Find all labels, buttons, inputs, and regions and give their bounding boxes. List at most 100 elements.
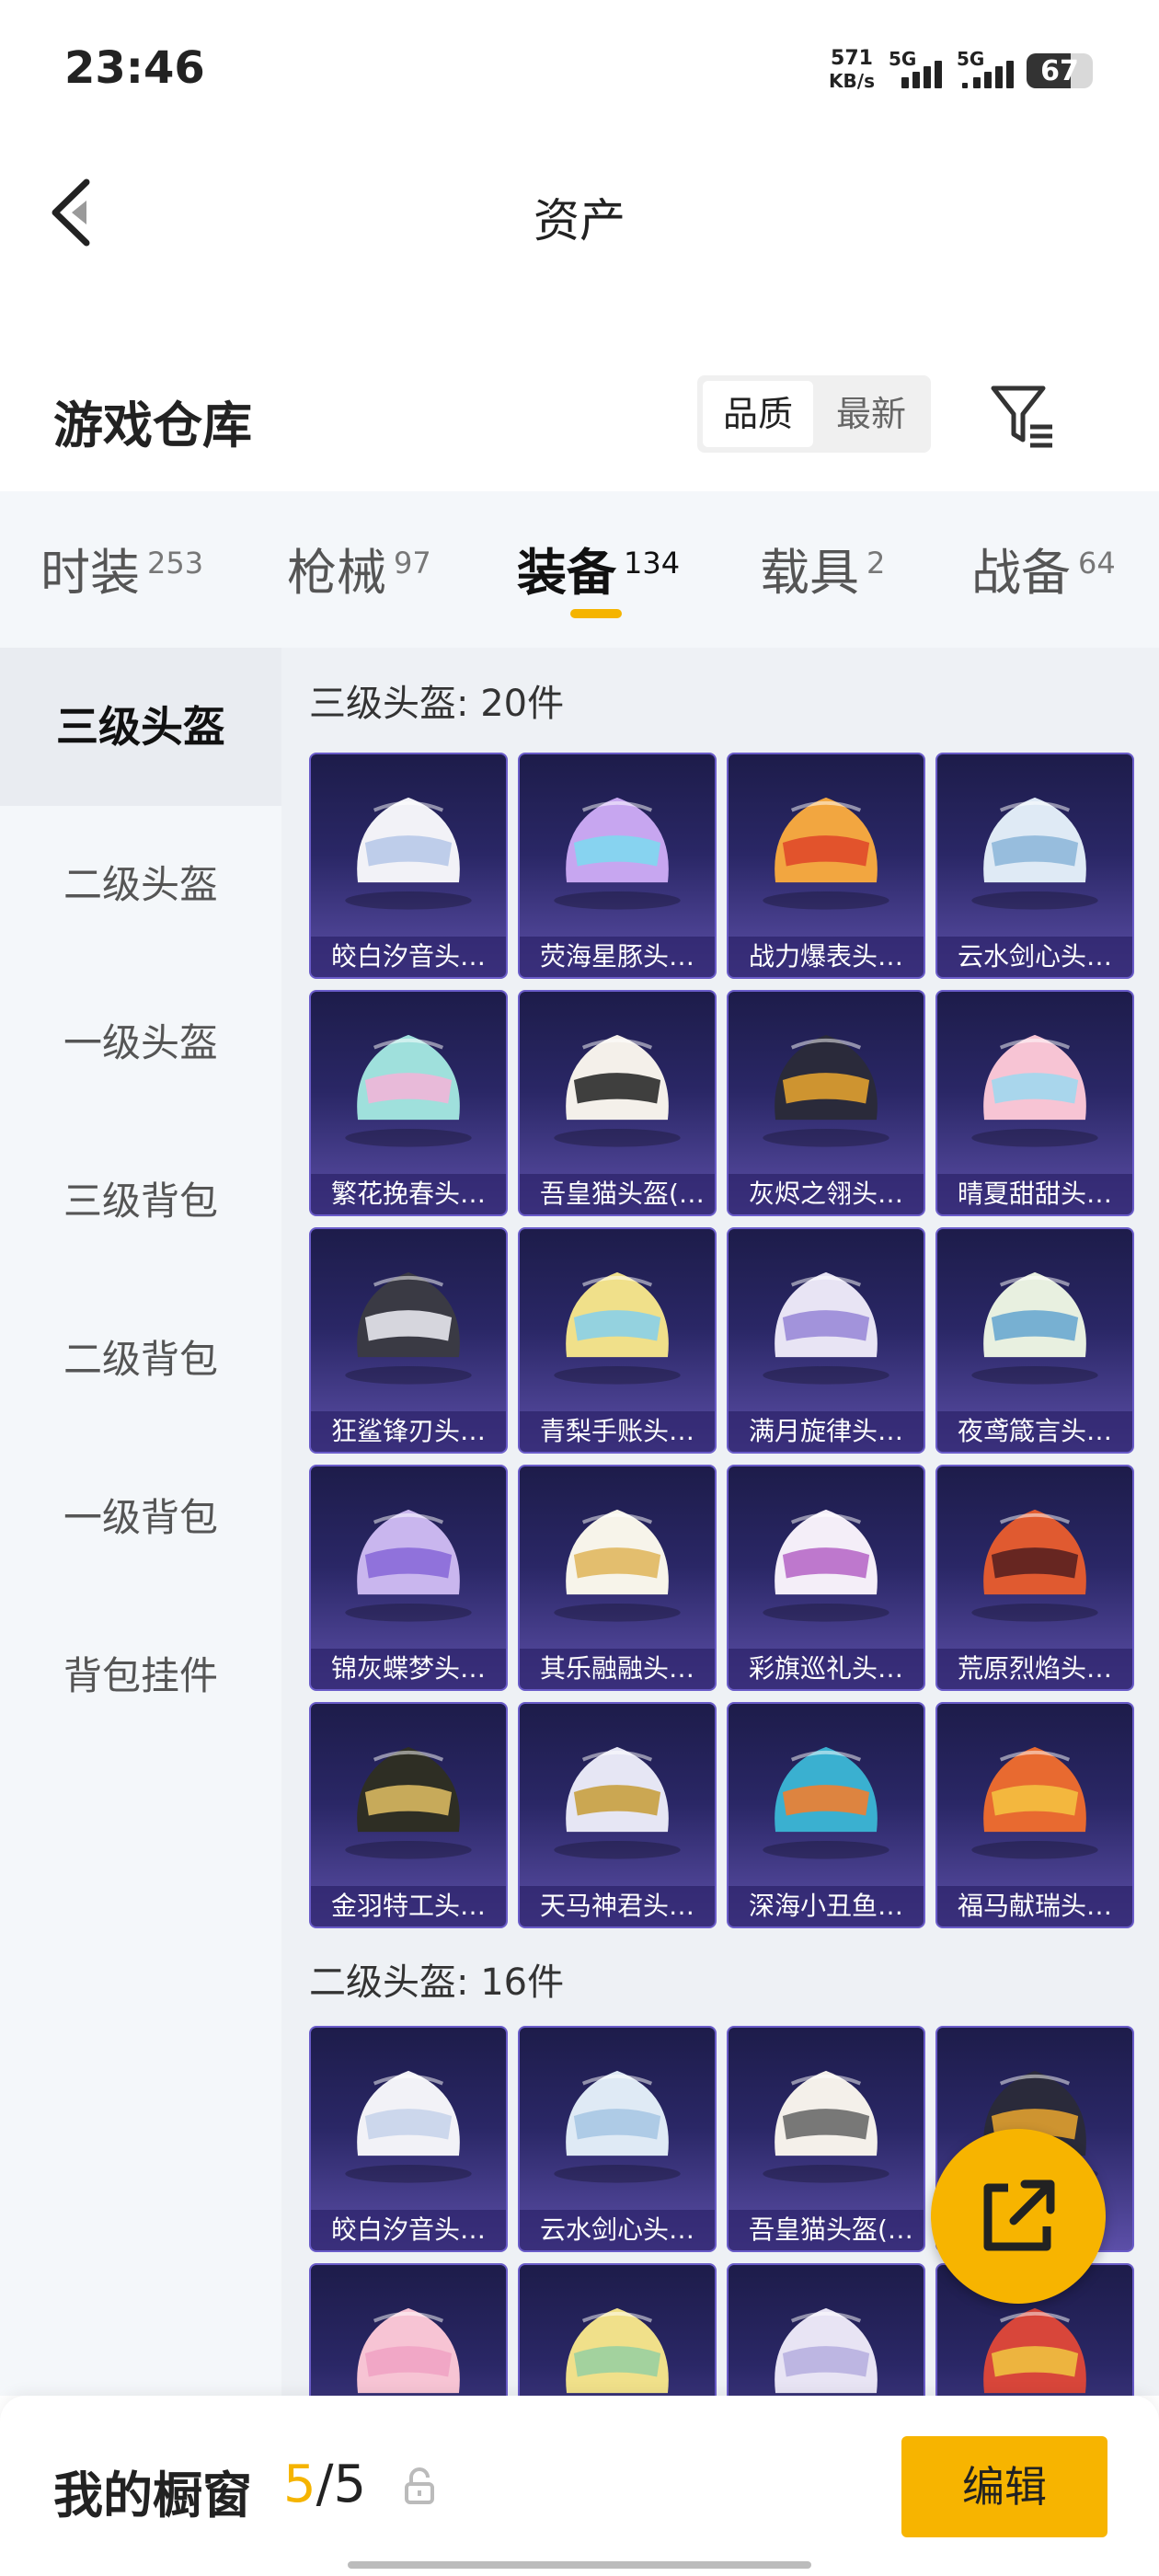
- helmet-image: [775, 2307, 878, 2394]
- home-indicator[interactable]: [348, 2561, 811, 2569]
- helmet-image: [971, 1746, 1098, 1859]
- tab-count: 97: [394, 546, 431, 581]
- active-tab-indicator: [570, 609, 622, 618]
- sort-by-quality-button[interactable]: 品质: [703, 381, 813, 447]
- filter-button[interactable]: [986, 379, 1060, 453]
- helmet-image: [763, 797, 889, 910]
- showcase-separator: /: [316, 2455, 334, 2514]
- tab-label: 装备: [517, 544, 616, 602]
- signal-icon: 5G: [889, 46, 946, 92]
- item-card[interactable]: 荒原烈焰头…: [935, 1465, 1134, 1691]
- sidebar-item-backpack-charm[interactable]: 背包挂件: [0, 1597, 281, 1755]
- sidebar-item-level1-helmet[interactable]: 一级头盔: [0, 964, 281, 1122]
- tab-label: 战备: [971, 544, 1071, 602]
- item-name: 满月旋律头…: [729, 1411, 924, 1452]
- group-title-level3-helmet: 三级头盔: 20件: [309, 683, 565, 725]
- item-name: 狂鲨锋刃头…: [311, 1411, 506, 1452]
- lock-icon: [403, 2467, 436, 2504]
- item-name: 皎白汐音头…: [311, 2210, 506, 2250]
- item-card[interactable]: 晴夏甜甜头…: [935, 990, 1134, 1216]
- helmet-image: [357, 2307, 460, 2394]
- item-name: 吾皇猫头盔(…: [729, 2210, 924, 2250]
- item-card[interactable]: 彩旗巡礼头…: [727, 1465, 925, 1691]
- signal-icon-2: 5G: [957, 46, 1023, 92]
- item-name: 荒原烈焰头…: [937, 1649, 1132, 1689]
- category-tab-bar: 时装 253 枪械 97 装备 134 载具 2 战备 64: [0, 491, 1159, 648]
- group-title-level2-helmet: 二级头盔: 16件: [309, 1961, 565, 2004]
- item-name: 夜鸢箴言头…: [937, 1411, 1132, 1452]
- item-card[interactable]: 吾皇猫头盔(…: [727, 2026, 925, 2252]
- item-card[interactable]: 福马献瑞头…: [935, 1702, 1134, 1928]
- helmet-image: [971, 1509, 1098, 1622]
- item-card[interactable]: 荧海星豚头…: [518, 753, 717, 979]
- tab-count: 253: [147, 546, 204, 581]
- item-card[interactable]: 锦灰蝶梦头…: [309, 1465, 508, 1691]
- item-name: 其乐融融头…: [520, 1649, 715, 1689]
- item-card[interactable]: 灰烬之翎头…: [727, 990, 925, 1216]
- share-fab-button[interactable]: [931, 2129, 1106, 2304]
- signal-label-2: 5G: [957, 48, 985, 70]
- item-name: 荧海星豚头…: [520, 937, 715, 977]
- sidebar-item-level3-helmet[interactable]: 三级头盔: [0, 648, 281, 806]
- item-name: 深海小丑鱼…: [729, 1886, 924, 1926]
- item-card[interactable]: [727, 2263, 925, 2396]
- sidebar-item-level2-helmet[interactable]: 二级头盔: [0, 806, 281, 964]
- sort-by-newest-button[interactable]: 最新: [817, 381, 925, 447]
- item-card[interactable]: 战力爆表头…: [727, 753, 925, 979]
- signal-label: 5G: [889, 48, 917, 70]
- helmet-image: [566, 2307, 669, 2394]
- item-card[interactable]: 夜鸢箴言头…: [935, 1227, 1134, 1454]
- item-card[interactable]: 皎白汐音头…: [309, 753, 508, 979]
- helmet-image: [554, 1509, 681, 1622]
- helmet-image: [345, 2070, 472, 2183]
- item-card[interactable]: [309, 2263, 508, 2396]
- battery-icon: 67: [1027, 53, 1093, 88]
- network-speed-value: 571: [831, 47, 873, 70]
- item-card[interactable]: 繁花挽春头…: [309, 990, 508, 1216]
- item-card[interactable]: 其乐融融头…: [518, 1465, 717, 1691]
- helmet-image: [345, 1746, 472, 1859]
- item-name: 繁花挽春头…: [311, 1174, 506, 1214]
- tab-fashion[interactable]: 时装 253: [40, 532, 203, 604]
- item-card[interactable]: 金羽特工头…: [309, 1702, 508, 1928]
- item-card[interactable]: 深海小丑鱼…: [727, 1702, 925, 1928]
- item-card[interactable]: 满月旋律头…: [727, 1227, 925, 1454]
- item-card[interactable]: 皎白汐音头…: [309, 2026, 508, 2252]
- battery-level: 67: [1040, 55, 1079, 87]
- item-card[interactable]: [518, 2263, 717, 2396]
- item-name: 云水剑心头…: [937, 937, 1132, 977]
- sidebar-item-level3-backpack[interactable]: 三级背包: [0, 1122, 281, 1281]
- tab-label: 枪械: [287, 544, 386, 602]
- item-card[interactable]: 天马神君头…: [518, 1702, 717, 1928]
- helmet-image: [971, 1034, 1098, 1147]
- sidebar-item-level2-backpack[interactable]: 二级背包: [0, 1281, 281, 1439]
- item-card[interactable]: 云水剑心头…: [935, 753, 1134, 979]
- tab-count: 64: [1078, 546, 1116, 581]
- tab-vehicles[interactable]: 载具 2: [760, 532, 885, 604]
- status-time: 23:46: [64, 42, 205, 94]
- tab-label: 载具: [760, 544, 859, 602]
- tab-label: 时装: [40, 544, 140, 602]
- showcase-count: 5/5: [283, 2455, 366, 2514]
- edit-showcase-button[interactable]: 编辑: [901, 2436, 1107, 2537]
- tab-equipment[interactable]: 装备 134: [517, 532, 680, 604]
- filter-icon: [991, 385, 1052, 448]
- network-speed-unit: KB/s: [829, 70, 875, 92]
- item-card[interactable]: 狂鲨锋刃头…: [309, 1227, 508, 1454]
- helmet-image: [554, 1271, 681, 1385]
- sidebar-item-level1-backpack[interactable]: 一级背包: [0, 1439, 281, 1597]
- section-title: 游戏仓库: [53, 397, 252, 454]
- helmet-image: [763, 1509, 889, 1622]
- item-name: 青梨手账头…: [520, 1411, 715, 1452]
- item-name: 彩旗巡礼头…: [729, 1649, 924, 1689]
- helmet-image: [971, 797, 1098, 910]
- item-card[interactable]: 吾皇猫头盔(…: [518, 990, 717, 1216]
- tab-firearms[interactable]: 枪械 97: [287, 532, 431, 604]
- sort-toggle: 品质 最新: [697, 375, 931, 453]
- item-card[interactable]: 青梨手账头…: [518, 1227, 717, 1454]
- share-icon: [983, 2179, 1055, 2251]
- app-root: 23:46 571 KB/s 5G 5G 67 资产 游戏仓库 品质 最新 时装…: [0, 0, 1159, 2576]
- helmet-image: [345, 1034, 472, 1147]
- item-card[interactable]: 云水剑心头…: [518, 2026, 717, 2252]
- tab-supplies[interactable]: 战备 64: [971, 532, 1116, 604]
